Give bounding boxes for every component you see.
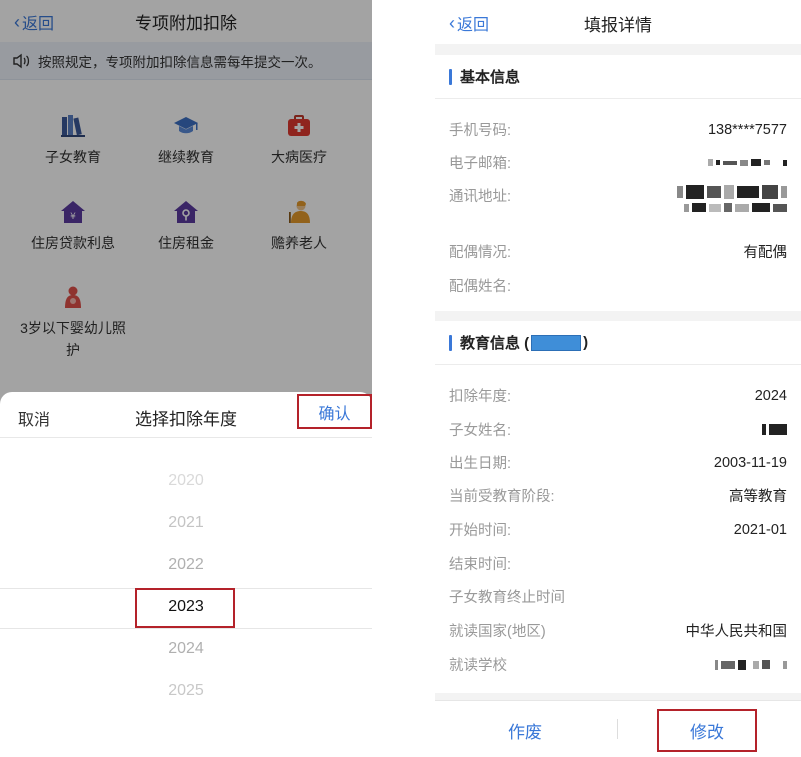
section-header: 基本信息	[435, 55, 801, 99]
terminate-time-row: 子女教育终止时间	[449, 590, 565, 606]
redacted-school	[715, 659, 787, 670]
void-button[interactable]: 作废	[475, 718, 575, 743]
email-row: 电子邮箱:	[449, 152, 787, 173]
child-name-row: 子女姓名:	[449, 419, 787, 440]
phone-row: 手机号码: 138****7577	[449, 121, 787, 140]
picker-option[interactable]: 2024	[0, 640, 372, 658]
section-bar	[449, 68, 452, 85]
phone-value: 138****7577	[707, 121, 787, 138]
redacted-address	[677, 185, 787, 212]
spouse-name-row: 配偶姓名:	[449, 279, 512, 295]
nav-bar: ‹ 返回 填报详情	[435, 0, 801, 44]
picker-option[interactable]: 2025	[0, 682, 372, 700]
picker-option[interactable]: 2021	[0, 514, 372, 532]
page-title: 填报详情	[584, 16, 652, 35]
study-country-row: 就读国家(地区) 中华人民共和国	[449, 624, 787, 640]
redacted-child-name	[762, 424, 787, 435]
year-picker-wheel[interactable]: 2020 2021 2022 2023 2024 2025	[0, 462, 372, 722]
action-footer: 作废 修改	[435, 700, 801, 757]
picker-option-selected[interactable]: 2023	[0, 598, 372, 616]
redacted-tag	[531, 334, 582, 351]
section-header: 教育信息 ( )	[435, 321, 801, 365]
redacted-email	[708, 159, 787, 166]
start-time-row: 开始时间: 2021-01	[449, 521, 787, 540]
left-screen: ‹ 返回 专项附加扣除 按照规定，专项附加扣除信息需每年提交一次。 子女教育 继…	[0, 0, 372, 757]
end-time-row: 结束时间:	[449, 557, 512, 573]
section-bar	[449, 334, 452, 351]
year-picker-sheet: 取消 选择扣除年度 确认 2020 2021 2022 2023 2024 20…	[0, 392, 372, 757]
edit-button[interactable]: 修改	[657, 709, 757, 752]
education-stage-row: 当前受教育阶段: 高等教育	[449, 489, 787, 505]
footer-divider	[617, 719, 618, 739]
school-row: 就读学校	[449, 654, 787, 675]
address-row: 通讯地址:	[449, 185, 787, 212]
picker-option[interactable]: 2022	[0, 556, 372, 574]
spouse-status-row: 配偶情况: 有配偶	[449, 245, 787, 261]
education-info-card: 教育信息 ( ) 扣除年度: 2024 子女姓名: 出生日期: 2003-11-…	[435, 321, 801, 693]
picker-divider	[0, 628, 372, 629]
right-screen: ‹ 返回 填报详情 基本信息 手机号码: 138****7577 电子邮箱: 通…	[435, 0, 801, 757]
birth-date-row: 出生日期: 2003-11-19	[449, 454, 787, 473]
picker-option[interactable]: 2020	[0, 472, 372, 490]
confirm-button[interactable]: 确认	[297, 394, 372, 429]
basic-info-card: 基本信息 手机号码: 138****7577 电子邮箱: 通讯地址: 配偶情况:…	[435, 55, 801, 311]
deduction-year-row: 扣除年度: 2024	[449, 387, 787, 406]
